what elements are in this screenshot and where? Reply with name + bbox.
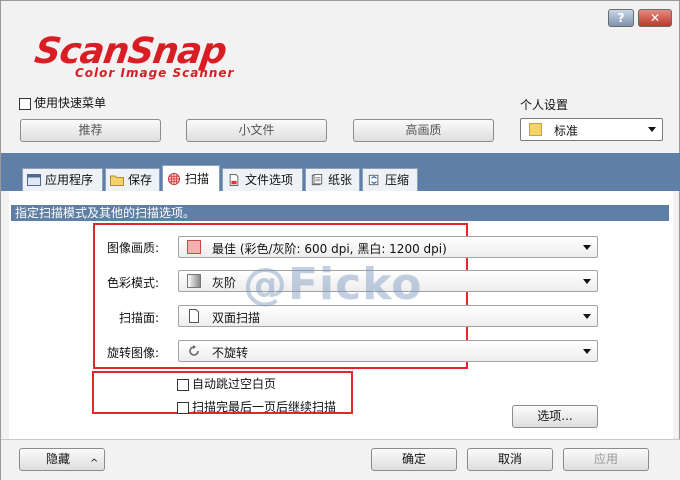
image-quality-select[interactable]: 最佳 (彩色/灰阶: 600 dpi, 黑白: 1200 dpi) <box>178 236 598 258</box>
scan-side-label: 扫描面: <box>118 311 159 325</box>
watermark-text: @Ficko <box>243 259 423 310</box>
rotation-label: 旋转图像: <box>106 346 159 360</box>
options-button[interactable]: 选项... <box>512 405 598 428</box>
grayscale-icon <box>187 274 201 288</box>
quick-menu-label: 使用快速菜单 <box>34 96 107 110</box>
chevron-down-icon <box>583 279 591 284</box>
scan-icon <box>168 173 180 185</box>
chevron-down-icon <box>648 127 656 132</box>
tab-compression[interactable]: 压缩 <box>362 168 418 191</box>
tab-label: 扫描 <box>185 172 210 186</box>
folder-icon <box>529 123 542 136</box>
quick-menu-checkbox[interactable] <box>19 97 31 110</box>
scan-side-value: 双面扫描 <box>212 311 261 325</box>
tab-label: 纸张 <box>328 173 353 187</box>
logo-main-text: ScanSnap <box>32 31 229 72</box>
paper-icon <box>311 174 323 186</box>
rotate-icon <box>189 345 199 356</box>
tab-label: 文件选项 <box>245 173 294 187</box>
tab-file-option[interactable]: 文件选项 <box>222 168 303 191</box>
scansnap-logo: ScanSnap Color Image Scanner <box>32 31 234 80</box>
compression-icon <box>368 174 379 186</box>
continue-scan-option[interactable]: 扫描完最后一页后继续扫描 <box>177 398 336 415</box>
close-button[interactable]: ✕ <box>638 9 672 27</box>
hide-button[interactable]: 隐藏 ^ <box>19 448 105 471</box>
profile-high-quality-button[interactable]: 高画质 <box>353 119 494 142</box>
tab-label: 压缩 <box>385 173 410 187</box>
ok-button[interactable]: 确定 <box>371 448 457 471</box>
quality-swatch-icon <box>187 240 201 254</box>
chevron-down-icon <box>583 245 591 250</box>
hide-button-label: 隐藏 <box>46 452 71 466</box>
scansnap-settings-window: ? ✕ ScanSnap Color Image Scanner 使用快速菜单 … <box>0 0 680 480</box>
quick-menu-option[interactable]: 使用快速菜单 <box>19 94 106 111</box>
skip-blank-page-checkbox[interactable] <box>177 378 189 391</box>
image-quality-value: 最佳 (彩色/灰阶: 600 dpi, 黑白: 1200 dpi) <box>212 242 447 256</box>
image-quality-label: 图像画质: <box>106 241 159 255</box>
duplex-page-icon <box>189 309 199 323</box>
skip-blank-page-label: 自动跳过空白页 <box>192 377 277 391</box>
chevron-down-icon <box>583 314 591 319</box>
rotation-select[interactable]: 不旋转 <box>178 340 598 362</box>
chevron-down-icon <box>583 349 591 354</box>
skip-blank-page-option[interactable]: 自动跳过空白页 <box>177 375 276 392</box>
continue-scan-label: 扫描完最后一页后继续扫描 <box>192 400 337 414</box>
apply-button[interactable]: 应用 <box>563 448 649 471</box>
color-mode-value: 灰阶 <box>212 276 237 290</box>
personal-settings-value: 标准 <box>554 124 579 138</box>
chevron-up-icon: ^ <box>90 458 99 469</box>
color-mode-label: 色彩模式: <box>106 276 159 290</box>
help-button[interactable]: ? <box>608 9 634 27</box>
tab-label: 应用程序 <box>45 173 94 187</box>
tab-paper[interactable]: 纸张 <box>305 168 360 191</box>
save-folder-icon <box>110 175 124 186</box>
cancel-button[interactable]: 取消 <box>467 448 553 471</box>
personal-settings-label: 个人设置 <box>520 98 569 112</box>
profile-recommended-button[interactable]: 推荐 <box>20 119 161 142</box>
profile-small-file-button[interactable]: 小文件 <box>186 119 327 142</box>
application-icon <box>27 174 41 186</box>
tab-scan[interactable]: 扫描 <box>162 165 220 192</box>
file-option-icon <box>229 174 239 186</box>
tab-label: 保存 <box>128 173 153 187</box>
tab-application[interactable]: 应用程序 <box>22 168 103 191</box>
personal-settings-select[interactable]: 标准 <box>520 118 663 141</box>
panel-description: 指定扫描模式及其他的扫描选项。 <box>11 205 669 221</box>
rotation-value: 不旋转 <box>212 346 249 360</box>
tab-save[interactable]: 保存 <box>105 168 160 191</box>
continue-scan-checkbox[interactable] <box>177 401 189 414</box>
